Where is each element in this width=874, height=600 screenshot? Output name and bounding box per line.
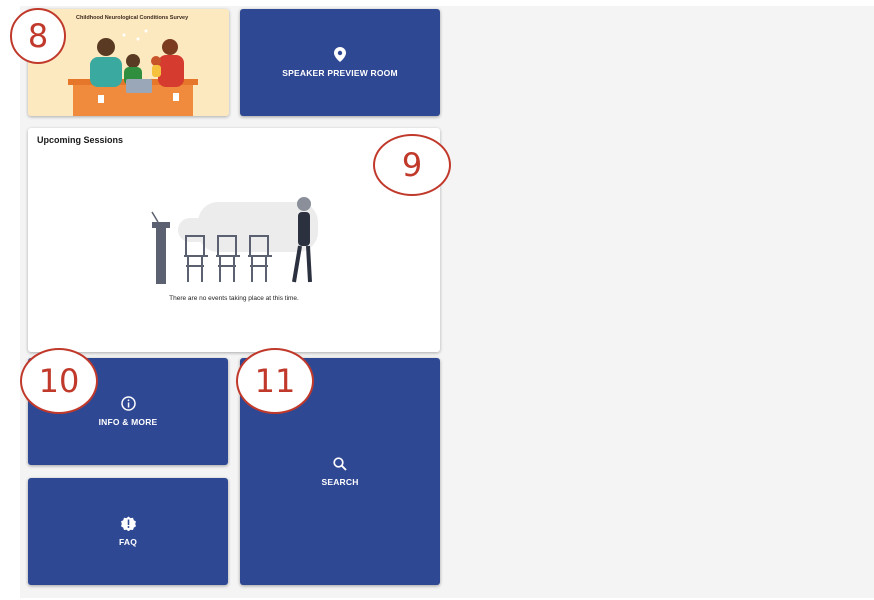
info-icon xyxy=(120,396,136,411)
empty-sessions-message: There are no events taking place at this… xyxy=(169,295,299,302)
search-label: SEARCH xyxy=(321,476,359,487)
empty-venue-illustration xyxy=(151,197,318,284)
upcoming-sessions-title: Upcoming Sessions xyxy=(37,135,124,145)
callout-badge-10: 10 xyxy=(20,348,98,414)
map-pin-icon xyxy=(334,47,346,62)
alert-badge-icon xyxy=(120,516,136,531)
callout-badge-8: 8 xyxy=(10,8,66,64)
faq-tile[interactable]: FAQ xyxy=(28,478,228,585)
speaker-preview-room-label: SPEAKER PREVIEW ROOM xyxy=(282,68,398,78)
speaker-preview-room-tile[interactable]: SPEAKER PREVIEW ROOM xyxy=(240,9,440,116)
faq-label: FAQ xyxy=(118,537,138,547)
callout-badge-9: 9 xyxy=(373,134,451,196)
info-and-more-label: INFO & MORE xyxy=(98,417,158,427)
callout-badge-11: 11 xyxy=(236,348,314,414)
search-icon xyxy=(333,456,347,471)
